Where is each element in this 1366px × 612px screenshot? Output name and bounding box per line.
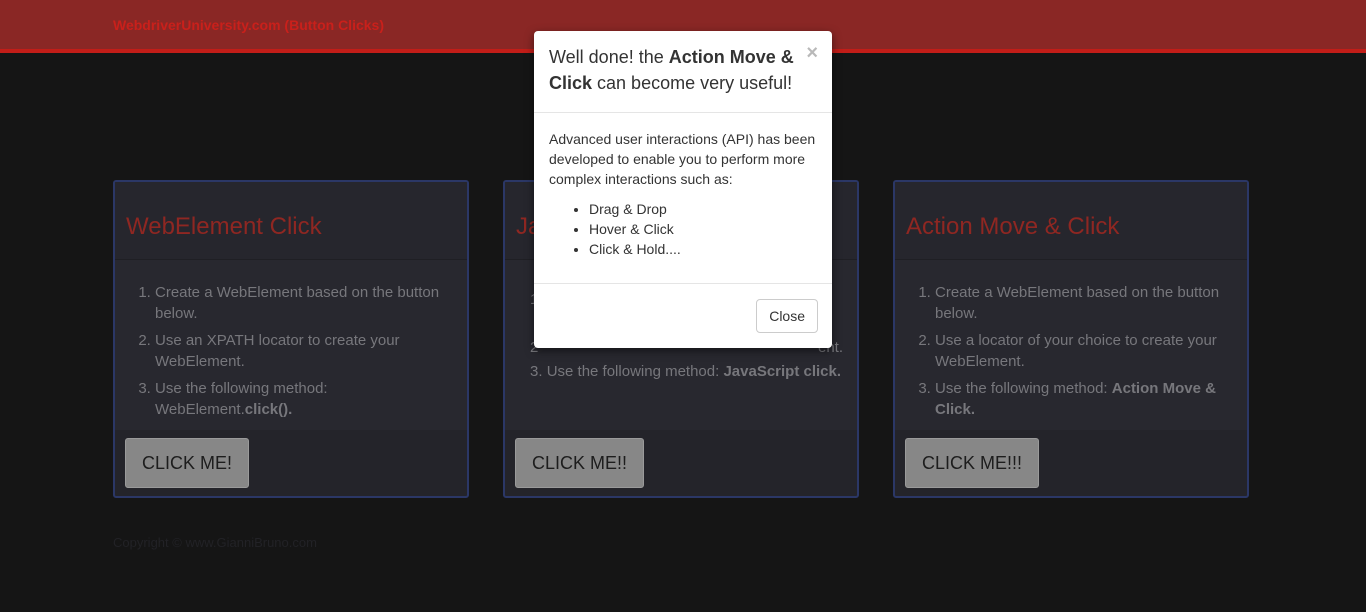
panel-body: Create a WebElement based on the button … [115, 260, 467, 430]
panel-title: WebElement Click [126, 213, 322, 240]
navbar-brand-link[interactable]: WebdriverUniversity.com (Button Clicks) [113, 17, 384, 33]
click-me-button[interactable]: CLICK ME! [125, 438, 250, 488]
close-button[interactable]: Close [756, 299, 818, 333]
modal-header: Well done! the Action Move & Click can b… [534, 31, 832, 113]
list-item: Create a WebElement based on the button … [935, 282, 1239, 324]
panel-action-move-click: Action Move & Click Create a WebElement … [893, 180, 1249, 498]
modal-list: Drag & Drop Hover & Click Click & Hold..… [549, 199, 681, 259]
copyright-text: Copyright © www.GianniBruno.com [113, 535, 317, 550]
list-item: Use a locator of your choice to create y… [935, 330, 1239, 372]
list-item: Create a WebElement based on the button … [155, 282, 459, 324]
close-icon[interactable]: × [806, 43, 818, 63]
list-item: Click & Hold.... [589, 239, 681, 259]
modal-dialog: Well done! the Action Move & Click can b… [534, 31, 832, 348]
list-item: 3. Use the following method: JavaScript … [530, 363, 842, 380]
click-me-button[interactable]: CLICK ME!!! [905, 438, 1040, 488]
modal-title: Well done! the Action Move & Click can b… [549, 47, 794, 93]
panel-footer: CLICK ME! [115, 430, 467, 496]
modal-footer: Close [534, 284, 832, 348]
panel-footer: CLICK ME!! [505, 430, 857, 496]
panel-webelement-click: WebElement Click Create a WebElement bas… [113, 180, 469, 498]
modal-body-text: Advanced user interactions (API) has bee… [549, 131, 816, 187]
modal-body: Advanced user interactions (API) has bee… [534, 113, 832, 284]
panel-heading: WebElement Click [115, 182, 467, 260]
list-item: Use an XPATH locator to create your WebE… [155, 330, 459, 372]
list-item: Hover & Click [589, 219, 681, 239]
list-item: Drag & Drop [589, 199, 681, 219]
panel-title: Action Move & Click [906, 213, 1120, 240]
panel-footer: CLICK ME!!! [895, 430, 1247, 496]
panel-heading: Action Move & Click [895, 182, 1247, 260]
list-item: Use the following method: WebElement.cli… [155, 378, 459, 420]
panel-body: Create a WebElement based on the button … [895, 260, 1247, 430]
instruction-list: Create a WebElement based on the button … [115, 282, 459, 426]
click-me-button[interactable]: CLICK ME!! [515, 438, 645, 488]
instruction-list: Create a WebElement based on the button … [895, 282, 1239, 426]
list-item: Use the following method: Action Move & … [935, 378, 1239, 420]
